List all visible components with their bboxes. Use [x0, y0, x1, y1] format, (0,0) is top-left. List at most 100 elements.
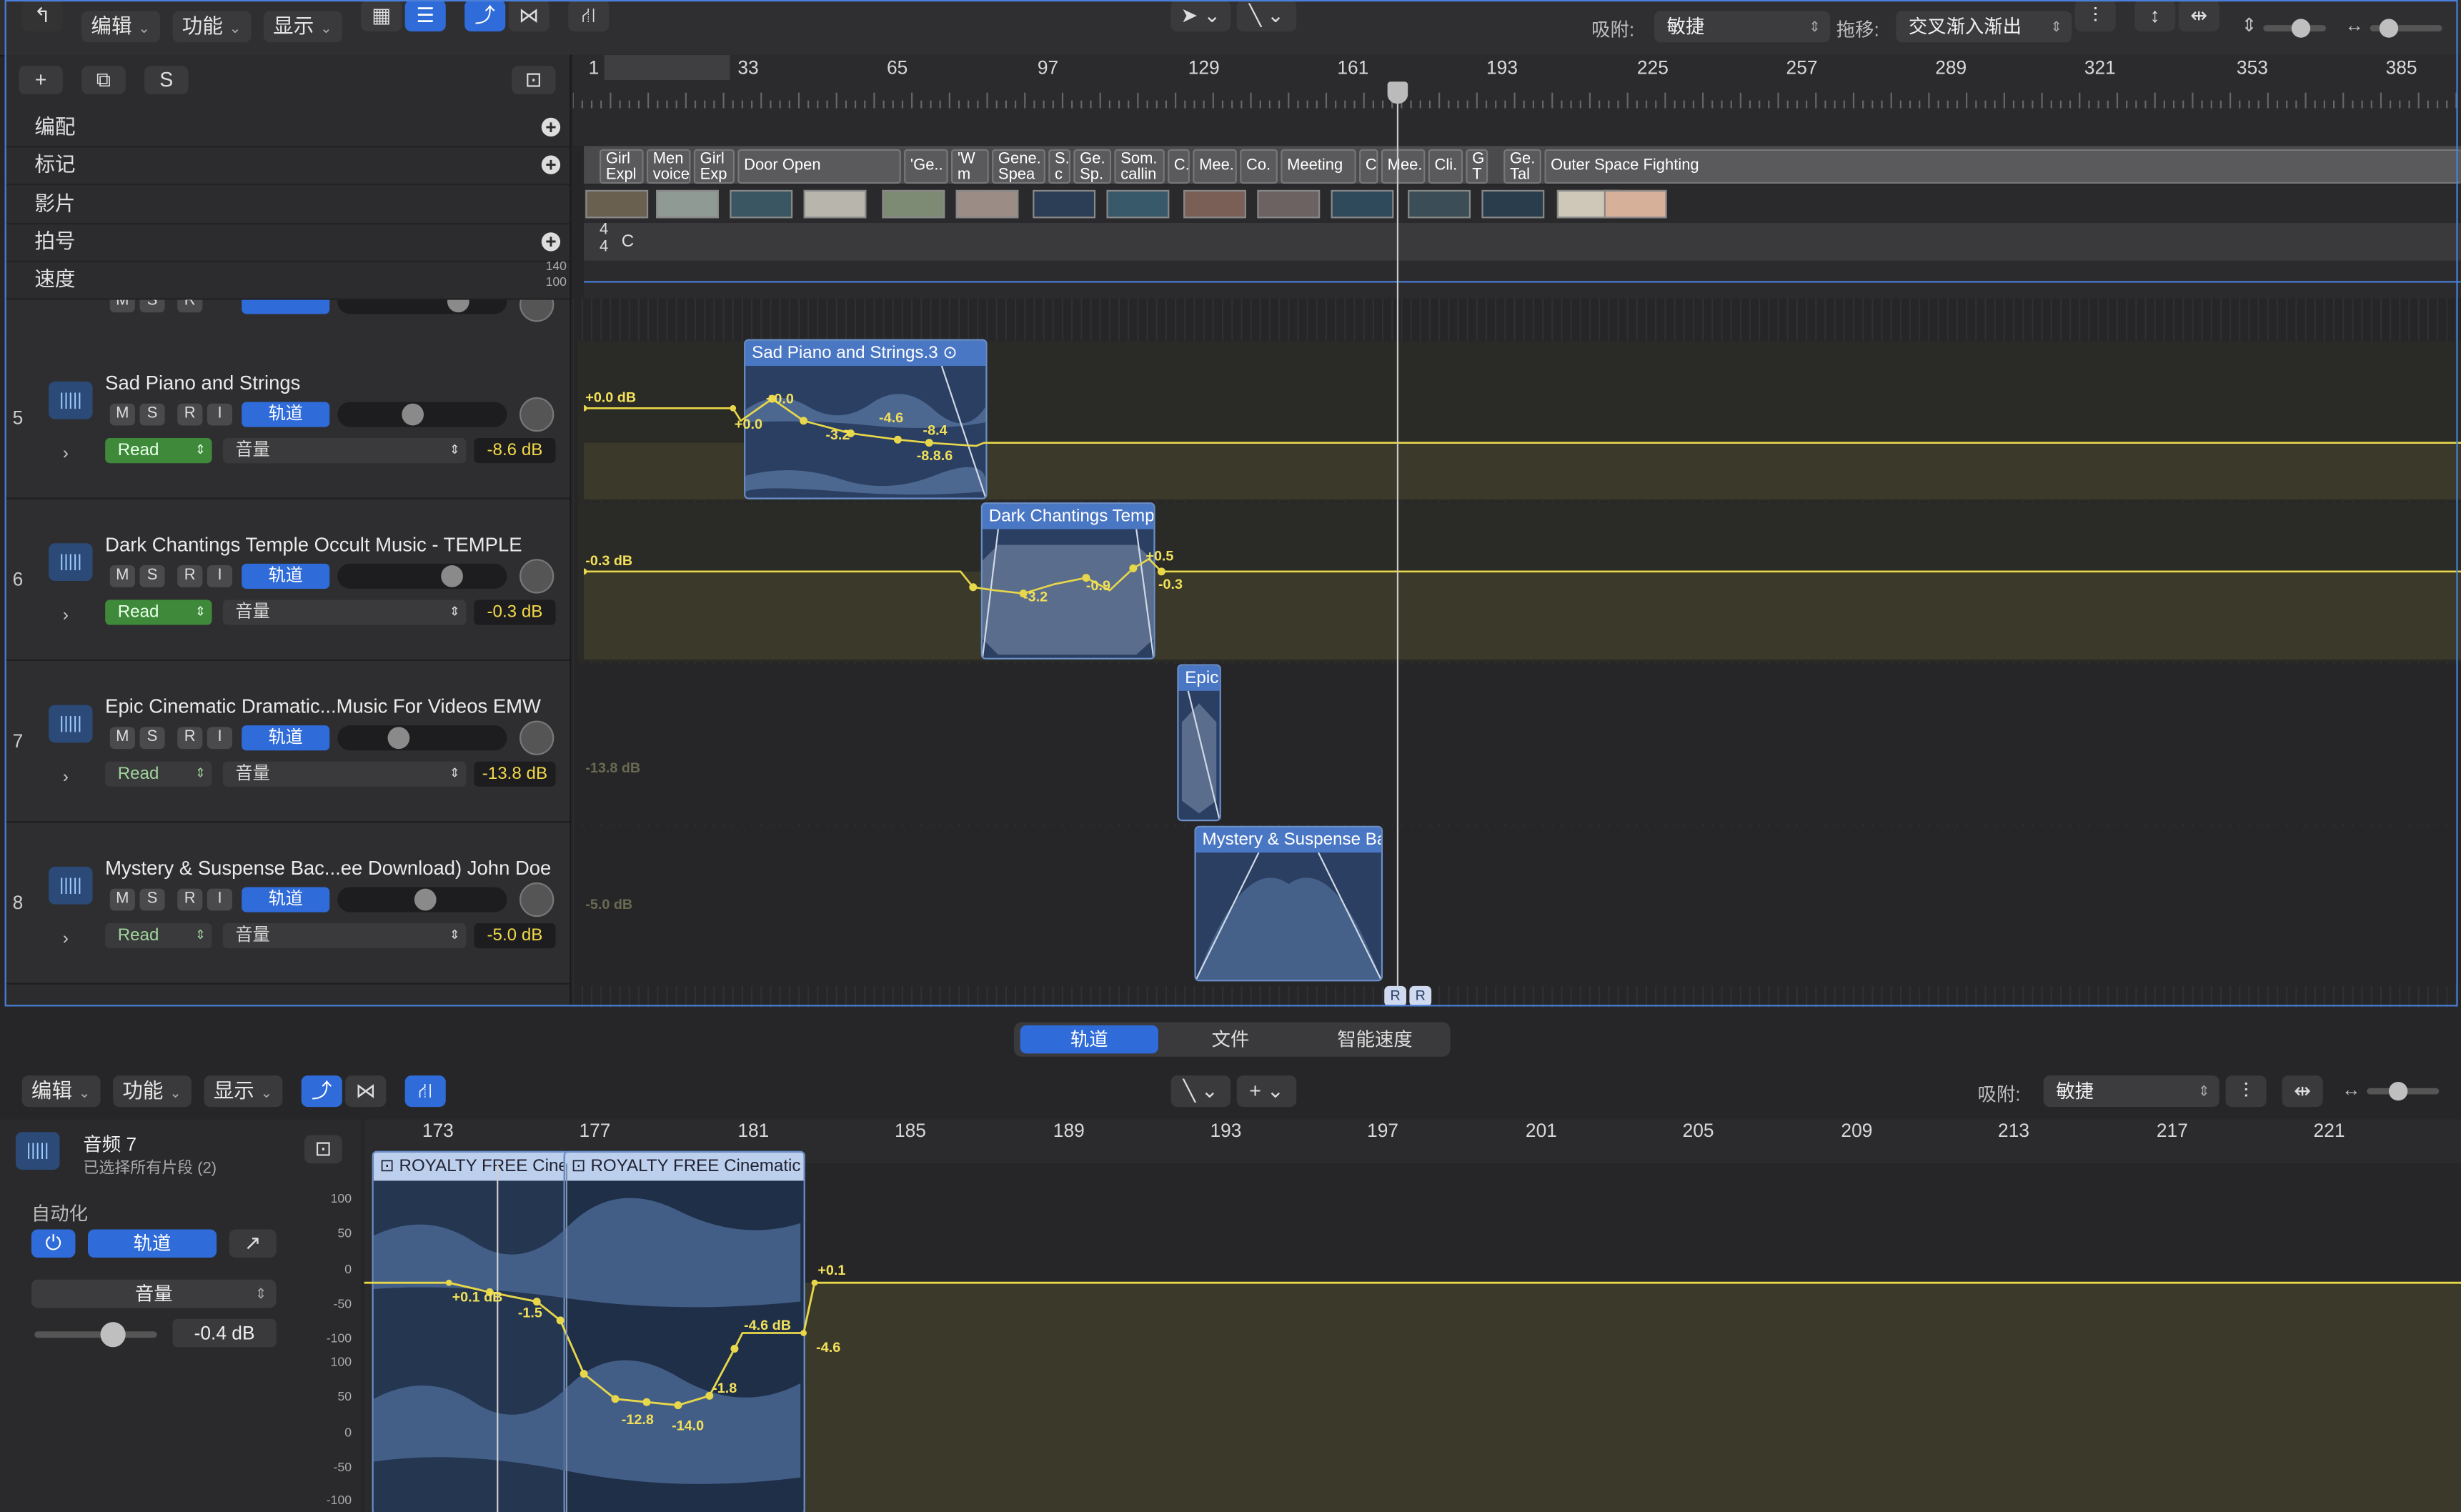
marker[interactable]: Som. callin	[1114, 149, 1165, 184]
editor-function-menu[interactable]: 功能 ⌄	[113, 1075, 192, 1108]
waveform-zoom-icon[interactable]: ⫶	[2225, 1075, 2267, 1108]
marker[interactable]: Girl Expl	[600, 149, 644, 184]
automation-node[interactable]	[584, 404, 587, 412]
automation-node[interactable]	[925, 439, 933, 447]
horizontal-zoom-knob[interactable]	[2388, 1081, 2408, 1101]
input-monitor-button[interactable]: I	[207, 565, 233, 587]
automation-value[interactable]: -13.8 dB	[474, 761, 556, 787]
snap-select[interactable]: 敏捷 ⇕	[1654, 11, 1831, 43]
pan-knob[interactable]	[519, 882, 555, 917]
marker[interactable]: Girl Exp	[693, 149, 735, 184]
track-button[interactable]	[242, 299, 330, 314]
record-button[interactable]: R	[177, 403, 203, 426]
volume-slider[interactable]	[337, 402, 507, 427]
marker[interactable]: Gene. Spea	[992, 149, 1045, 184]
marker[interactable]: G T	[1466, 149, 1488, 184]
marker[interactable]: Co.	[1240, 149, 1278, 184]
gain-slider[interactable]	[34, 1322, 157, 1348]
editor-canvas[interactable]: ⊡ ROYALTY FREE Cine ⊡ ROYALTY FREE Cinem…	[364, 1150, 2461, 1512]
collapse-icon[interactable]: ⊡	[304, 1135, 342, 1164]
automation-node[interactable]	[1157, 567, 1165, 576]
track-automation-button[interactable]: 轨道	[88, 1229, 217, 1258]
global-track-marker[interactable]: 标记 +	[6, 146, 570, 186]
global-track-movie[interactable]: 影片	[6, 185, 570, 225]
editor-view-menu[interactable]: 显示 ⌄	[204, 1075, 282, 1108]
automation-node[interactable]	[811, 1279, 818, 1286]
pan-knob[interactable]	[519, 720, 555, 755]
chevron-right-icon[interactable]: ›	[63, 606, 69, 625]
record-button[interactable]: R	[177, 565, 203, 587]
automation-param-select[interactable]: 音量 ⇕	[222, 600, 467, 625]
mute-button[interactable]: M	[109, 403, 135, 426]
marker[interactable]: 'W m	[951, 149, 989, 184]
track-row[interactable]: 5 ||||| Sad Piano and Strings M S R I 轨道…	[6, 337, 570, 499]
back-arrow-icon[interactable]: ↰	[21, 0, 63, 31]
marker[interactable]: Outer Space Fighting	[1544, 149, 2461, 184]
tab-smart-tempo[interactable]: 智能速度	[1303, 1025, 1447, 1054]
crosshair-tool-icon[interactable]: + ⌄	[1236, 1075, 1297, 1108]
function-menu[interactable]: 功能 ⌄	[172, 11, 251, 43]
track-row[interactable]: 6 ||||| Dark Chantings Temple Occult Mus…	[6, 499, 570, 662]
marker[interactable]: S. c	[1048, 149, 1070, 184]
automation-mode-select[interactable]: Read ⇕	[105, 438, 212, 464]
automation-param-select[interactable]: 音量 ⇕	[31, 1279, 277, 1308]
pan-knob[interactable]	[519, 397, 555, 432]
duplicate-track-icon[interactable]: ⧉	[81, 66, 126, 94]
track-button[interactable]: 轨道	[242, 402, 330, 427]
marker[interactable]: Mee.	[1381, 149, 1426, 184]
volume-slider[interactable]	[337, 299, 507, 314]
volume-slider[interactable]	[337, 563, 507, 589]
marker[interactable]: Door Open	[737, 149, 901, 184]
marker[interactable]: Mee.	[1193, 149, 1237, 184]
volume-knob[interactable]	[447, 299, 469, 313]
automation-curve-icon[interactable]: ⤴	[301, 1075, 342, 1108]
horizontal-fit-icon[interactable]: ⇹	[2282, 1075, 2323, 1108]
track-name[interactable]: Epic Cinematic Dramatic...Music For Vide…	[105, 695, 541, 717]
snap-select[interactable]: 敏捷 ⇕	[2043, 1075, 2219, 1108]
gain-value[interactable]: -0.4 dB	[172, 1318, 277, 1348]
flex-icon[interactable]: ⋈	[508, 0, 550, 31]
automation-value[interactable]: -0.3 dB	[474, 600, 556, 625]
volume-knob[interactable]	[402, 403, 424, 426]
add-marker-icon[interactable]: +	[541, 156, 561, 174]
vertical-zoom-icon[interactable]: ↕	[2134, 0, 2176, 31]
automation-node[interactable]	[642, 1398, 651, 1406]
automation-node[interactable]	[556, 1316, 565, 1325]
chevron-right-icon[interactable]: ›	[63, 930, 69, 948]
pencil-tool-icon[interactable]: ╲ ⌄	[1170, 1075, 1231, 1108]
signature-lane[interactable]: 4 4 C	[584, 222, 2461, 261]
chevron-right-icon[interactable]: ›	[63, 767, 69, 786]
track-button[interactable]: 轨道	[242, 725, 330, 751]
solo-button[interactable]: S	[139, 565, 165, 587]
add-signature-icon[interactable]: +	[541, 232, 561, 252]
record-button[interactable]: R	[177, 888, 203, 911]
tab-track[interactable]: 轨道	[1020, 1025, 1158, 1054]
horizontal-zoom-knob[interactable]	[2379, 19, 2399, 38]
automation-param-select[interactable]: 音量 ⇕	[222, 438, 467, 464]
automation-mode-select[interactable]: Read ⇕	[105, 761, 212, 787]
pan-knob[interactable]	[519, 559, 555, 594]
track-button[interactable]: 轨道	[242, 887, 330, 912]
horizontal-zoom-slider[interactable]	[2370, 19, 2442, 38]
pointer-tool-icon[interactable]: ➤ ⌄	[1170, 0, 1231, 31]
track-name[interactable]: Dark Chantings Temple Occult Music - TEM…	[105, 534, 522, 556]
global-track-signature[interactable]: 拍号 +	[6, 223, 570, 262]
catch-playhead-icon[interactable]: ⛙	[568, 0, 610, 31]
add-track-icon[interactable]: +	[19, 66, 63, 94]
input-monitor-button[interactable]: I	[207, 727, 233, 750]
automation-param-select[interactable]: 音量 ⇕	[222, 761, 467, 787]
automation-node[interactable]	[730, 404, 737, 412]
automation-node[interactable]	[800, 1330, 807, 1336]
drag-select[interactable]: 交叉渐入渐出 ⇕	[1896, 11, 2072, 43]
arrangement-lane[interactable]	[572, 108, 2461, 146]
volume-slider[interactable]	[337, 725, 507, 751]
automation-param-select[interactable]: 音量 ⇕	[222, 923, 467, 949]
record-button[interactable]: R	[177, 727, 203, 750]
tab-file[interactable]: 文件	[1161, 1025, 1299, 1054]
track-name[interactable]: Sad Piano and Strings	[105, 372, 300, 394]
automation-mode-select[interactable]: Read ⇕	[105, 600, 212, 625]
solo-button[interactable]: S	[139, 299, 165, 313]
marker[interactable]: Men voice	[646, 149, 691, 184]
automation-node[interactable]	[584, 568, 587, 575]
power-icon[interactable]: ⏻	[31, 1229, 76, 1258]
